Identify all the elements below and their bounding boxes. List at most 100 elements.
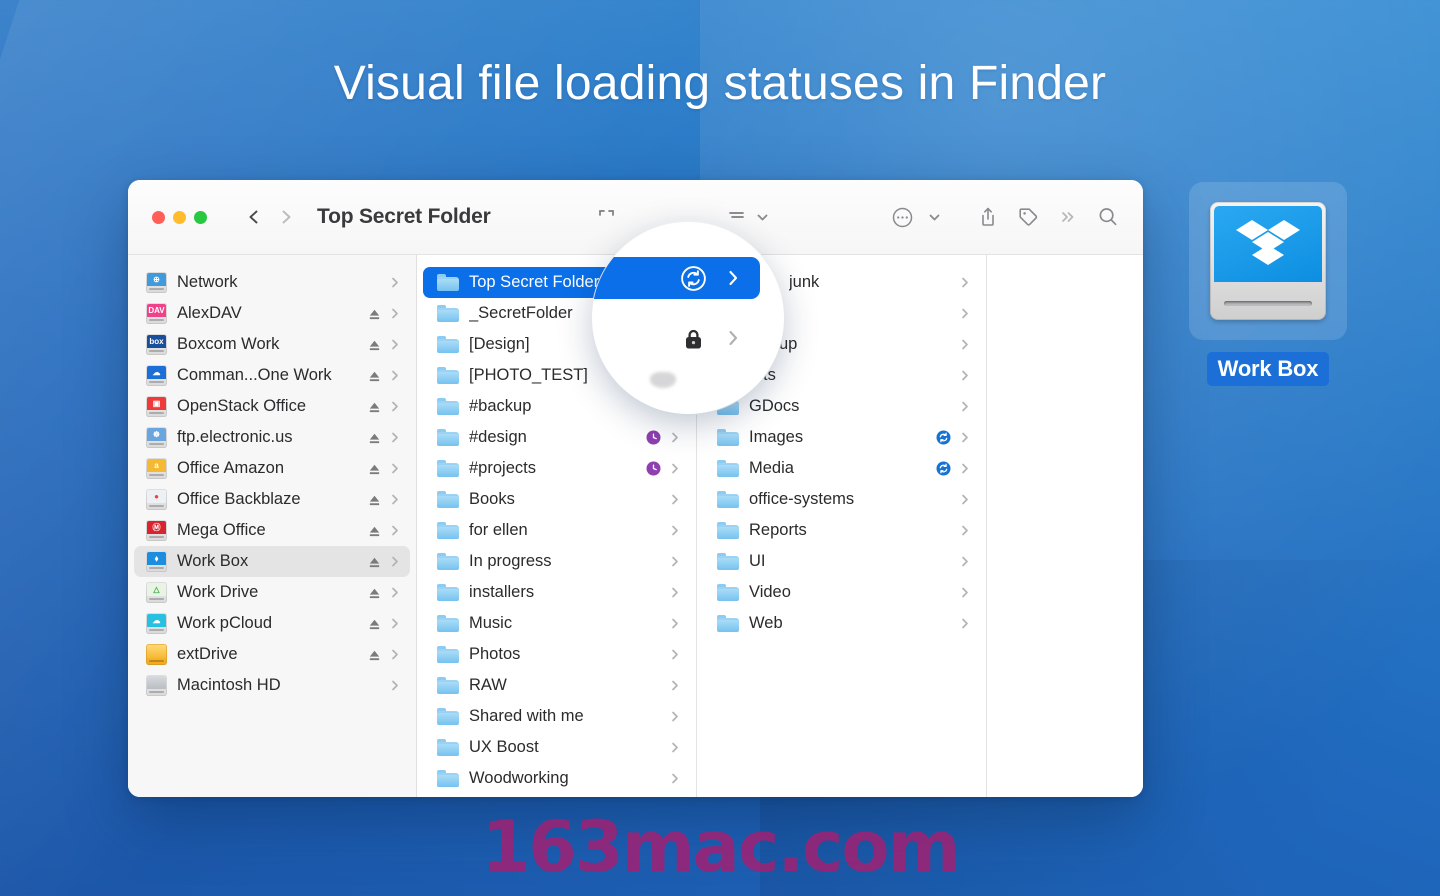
disclosure-arrow-icon[interactable] [670,647,680,662]
file-row[interactable]: Photos [423,639,690,670]
file-row[interactable]: Music [423,608,690,639]
eject-icon[interactable] [368,369,381,382]
eject-icon[interactable] [368,338,381,351]
forward-chevron-icon[interactable] [277,208,295,226]
disclosure-arrow-icon[interactable] [670,616,680,631]
eject-icon[interactable] [368,462,381,475]
disclosure-arrow-icon[interactable] [960,461,970,476]
file-row[interactable]: Media [703,453,980,484]
disclosure-arrow-icon[interactable] [960,492,970,507]
disclosure-arrow-icon[interactable] [960,554,970,569]
disclosure-arrow-icon[interactable] [960,337,970,352]
disclosure-arrow-icon[interactable] [960,275,970,290]
disclosure-arrow-icon[interactable] [390,647,400,662]
sidebar-item-office-amazon[interactable]: a Office Amazon [134,453,410,484]
disclosure-arrow-icon[interactable] [390,554,400,569]
disclosure-arrow-icon[interactable] [960,523,970,538]
more-chevron-down-icon[interactable] [925,202,943,232]
sidebar-item-office-backblaze[interactable]: ● Office Backblaze [134,484,410,515]
disclosure-arrow-icon[interactable] [670,678,680,693]
close-button[interactable] [152,210,165,224]
file-row[interactable]: #design [423,422,690,453]
disclosure-arrow-icon[interactable] [960,585,970,600]
disclosure-arrow-icon[interactable] [390,616,400,631]
folder-icon [437,429,459,446]
sidebar-item-boxcom-work[interactable]: box Boxcom Work [134,329,410,360]
disclosure-arrow-icon[interactable] [390,399,400,414]
tag-icon[interactable] [1011,200,1045,234]
back-chevron-icon[interactable] [245,208,263,226]
file-row[interactable]: Reports [703,515,980,546]
eject-icon[interactable] [368,307,381,320]
eject-icon[interactable] [368,400,381,413]
sidebar-item-work-drive[interactable]: △ Work Drive [134,577,410,608]
file-row[interactable]: #projects [423,453,690,484]
disclosure-arrow-icon[interactable] [960,306,970,321]
disclosure-arrow-icon[interactable] [390,523,400,538]
sidebar-item-work-box[interactable]: ⬧ Work Box [134,546,410,577]
disclosure-arrow-icon[interactable] [960,616,970,631]
eject-icon[interactable] [368,617,381,630]
toolbar-right-group [885,200,1125,234]
desktop-drive-icon[interactable]: Work Box [1189,182,1347,392]
disclosure-arrow-icon[interactable] [390,275,400,290]
file-row[interactable]: Shared with me [423,701,690,732]
file-row[interactable]: for ellen [423,515,690,546]
disclosure-arrow-icon[interactable] [390,585,400,600]
minimize-button[interactable] [173,210,186,224]
disclosure-arrow-icon[interactable] [390,430,400,445]
eject-icon[interactable] [368,493,381,506]
sidebar-item-work-pcloud[interactable]: ☁ Work pCloud [134,608,410,639]
disclosure-arrow-icon[interactable] [670,554,680,569]
maximize-button[interactable] [194,210,207,224]
file-row[interactable]: Web [703,608,980,639]
file-row[interactable]: UX Boost [423,732,690,763]
disclosure-arrow-icon[interactable] [960,399,970,414]
file-row[interactable]: In progress [423,546,690,577]
sidebar-item-macintosh-hd[interactable]: Macintosh HD [134,670,410,701]
share-icon[interactable] [971,200,1005,234]
disclosure-arrow-icon[interactable] [670,771,680,786]
eject-icon[interactable] [368,648,381,661]
disclosure-arrow-icon[interactable] [670,492,680,507]
box-drive-icon: box [146,334,167,355]
disclosure-arrow-icon[interactable] [390,368,400,383]
sidebar-item-extdrive[interactable]: extDrive [134,639,410,670]
disclosure-arrow-icon[interactable] [670,461,680,476]
file-row[interactable]: Images [703,422,980,453]
disclosure-arrow-icon[interactable] [390,461,400,476]
file-row-trailing [670,523,680,538]
disclosure-arrow-icon[interactable] [390,678,400,693]
sidebar-item-mega-office[interactable]: Ⓜ Mega Office [134,515,410,546]
eject-icon[interactable] [368,555,381,568]
sidebar-item-network[interactable]: ⊕ Network [134,267,410,298]
disclosure-arrow-icon[interactable] [960,368,970,383]
more-actions-icon[interactable] [885,200,919,234]
sidebar-item-comman-one-work[interactable]: ☁ Comman...One Work [134,360,410,391]
eject-icon[interactable] [368,524,381,537]
disclosure-arrow-icon[interactable] [670,430,680,445]
disclosure-arrow-icon[interactable] [390,337,400,352]
disclosure-arrow-icon[interactable] [960,430,970,445]
eject-icon[interactable] [368,431,381,444]
overflow-double-chevron-icon[interactable] [1051,200,1085,234]
disclosure-arrow-icon[interactable] [670,740,680,755]
file-row[interactable]: office-systems [703,484,980,515]
file-row[interactable]: RAW [423,670,690,701]
sidebar-item-alexdav[interactable]: DAV AlexDAV [134,298,410,329]
search-icon[interactable] [1091,200,1125,234]
disclosure-arrow-icon[interactable] [670,523,680,538]
file-row[interactable]: Video [703,577,980,608]
disclosure-arrow-icon[interactable] [390,306,400,321]
sidebar-item-ftp-electronic-us[interactable]: ☸ ftp.electronic.us [134,422,410,453]
file-row[interactable]: Books [423,484,690,515]
disclosure-arrow-icon[interactable] [670,585,680,600]
disclosure-arrow-icon[interactable] [670,709,680,724]
disclosure-arrow-icon[interactable] [390,492,400,507]
file-row[interactable]: Woodworking [423,763,690,794]
file-row-trailing [670,647,680,662]
sidebar-item-openstack-office[interactable]: ▣ OpenStack Office [134,391,410,422]
file-row[interactable]: installers [423,577,690,608]
file-row[interactable]: UI [703,546,980,577]
eject-icon[interactable] [368,586,381,599]
